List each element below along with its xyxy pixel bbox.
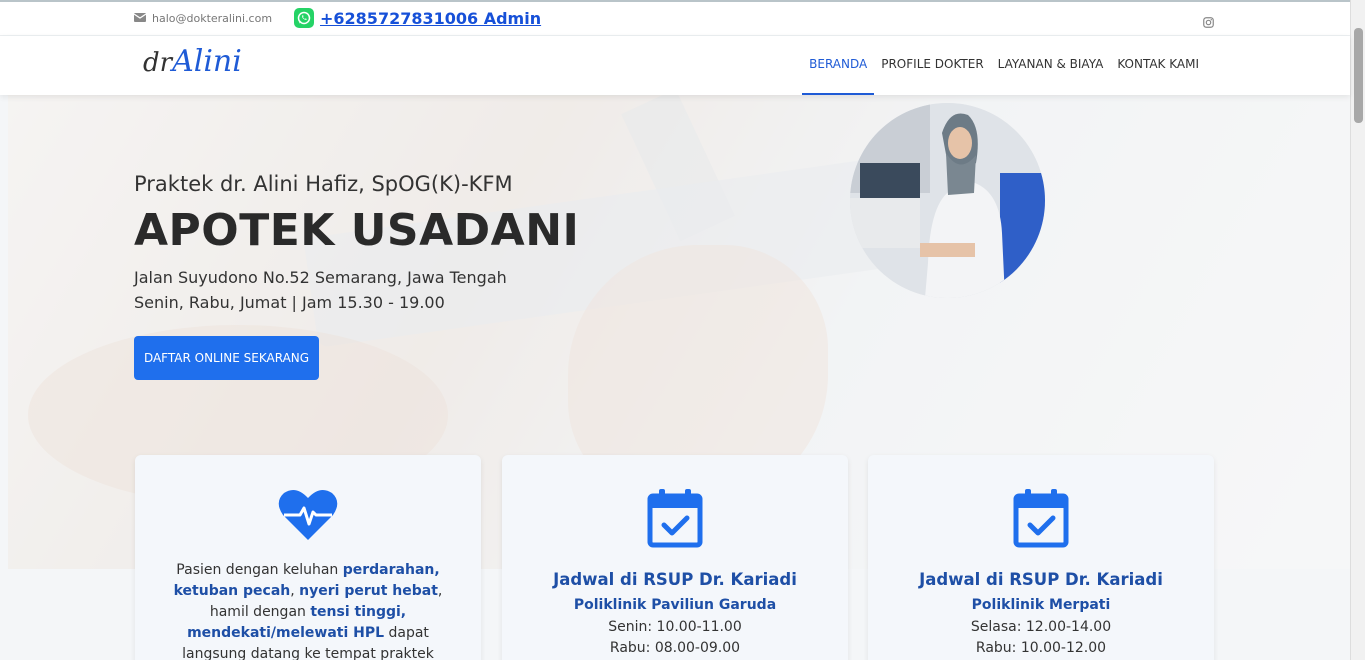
register-online-button[interactable]: DAFTAR ONLINE SEKARANG [134, 336, 319, 380]
emergency-text: Pasien dengan keluhan perdarahan, ketuba… [160, 560, 456, 660]
doctor-photo [850, 103, 1045, 298]
site-logo[interactable]: drAlini [143, 44, 242, 79]
whatsapp-icon [294, 8, 314, 28]
main-nav: BERANDA PROFILE DOKTER LAYANAN & BIAYA K… [802, 36, 1206, 95]
nav-item-layanan-biaya[interactable]: LAYANAN & BIAYA [991, 36, 1111, 95]
hero-address: Jalan Suyudono No.52 Semarang, Jawa Teng… [134, 268, 507, 287]
nav-item-kontak-kami[interactable]: KONTAK KAMI [1110, 36, 1206, 95]
heartbeat-icon [278, 488, 338, 546]
card-subtitle: Poliklinik Paviliun Garuda [573, 597, 777, 613]
emergency-highlight: nyeri perut hebat [299, 583, 438, 599]
logo-name: Alini [172, 44, 242, 79]
email-text[interactable]: halo@dokteralini.com [152, 12, 272, 25]
schedule-line: Selasa: 12.00-14.00 [970, 619, 1112, 635]
card-title: Jadwal di RSUP Dr. Kariadi [553, 570, 797, 589]
page-scrollbar[interactable] [1350, 0, 1365, 660]
hero-subtitle: Praktek dr. Alini Hafiz, SpOG(K)-KFM [134, 172, 513, 196]
emergency-text-part: Pasien dengan keluhan [176, 562, 343, 578]
card-title: Jadwal di RSUP Dr. Kariadi [919, 570, 1163, 589]
whatsapp-link[interactable]: +6285727831006 Admin [320, 9, 541, 28]
calendar-check-icon [1013, 488, 1069, 552]
top-bar: halo@dokteralini.com +6285727831006 Admi… [0, 0, 1350, 36]
schedule-line: Rabu: 08.00-09.00 [609, 640, 741, 656]
schedule-card-merpati: Jadwal di RSUP Dr. Kariadi Poliklinik Me… [868, 455, 1214, 660]
schedule-line: Senin: 10.00-11.00 [608, 619, 742, 635]
schedule-line: Rabu: 10.00-12.00 [975, 640, 1107, 656]
nav-item-profile-dokter[interactable]: PROFILE DOKTER [874, 36, 990, 95]
emergency-info-card: Pasien dengan keluhan perdarahan, ketuba… [135, 455, 481, 660]
instagram-icon[interactable] [1203, 13, 1214, 32]
email-contact[interactable]: halo@dokteralini.com [133, 12, 272, 25]
logo-prefix: dr [143, 48, 173, 78]
mail-icon [133, 12, 147, 25]
whatsapp-contact[interactable]: +6285727831006 Admin [294, 8, 541, 28]
scrollbar-thumb[interactable] [1354, 28, 1363, 123]
hero-hours: Senin, Rabu, Jumat | Jam 15.30 - 19.00 [134, 293, 445, 312]
calendar-check-icon [647, 488, 703, 552]
nav-item-beranda[interactable]: BERANDA [802, 36, 875, 95]
emergency-text-part: , [290, 583, 300, 599]
navbar: drAlini BERANDA PROFILE DOKTER LAYANAN &… [0, 36, 1350, 95]
schedule-card-garuda: Jadwal di RSUP Dr. Kariadi Poliklinik Pa… [502, 455, 848, 660]
hero-title: APOTEK USADANI [134, 205, 580, 256]
card-subtitle: Poliklinik Merpati [971, 597, 1111, 613]
